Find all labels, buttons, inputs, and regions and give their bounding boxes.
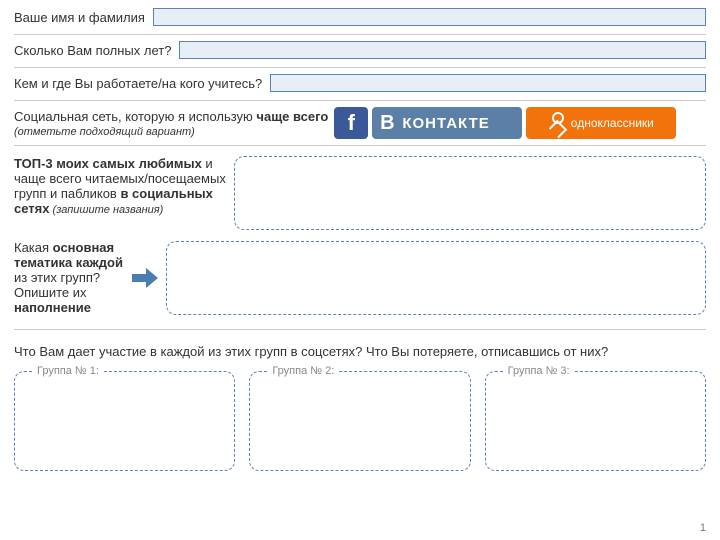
social-row: Социальная сеть, которую я использую чащ…: [14, 107, 706, 139]
work-row: Кем и где Вы работаете/на кого учитесь?: [14, 74, 706, 92]
group2-textarea[interactable]: Группа № 2:: [249, 371, 470, 471]
ok-icon: [549, 112, 565, 134]
social-badges: f В КОНТАКТЕ одноклассники: [334, 107, 676, 139]
theme-question: Какая основная тематика каждой из этих г…: [14, 240, 124, 315]
odnoklassniki-badge[interactable]: одноклассники: [526, 107, 676, 139]
theme-row: Какая основная тематика каждой из этих г…: [14, 240, 706, 315]
vkontakte-badge[interactable]: В КОНТАКТЕ: [372, 107, 522, 139]
divider: [14, 329, 706, 330]
social-hint: (отметьте подходящий вариант): [14, 126, 328, 138]
divider: [14, 67, 706, 68]
work-input[interactable]: [270, 74, 706, 92]
name-label: Ваше имя и фамилия: [14, 10, 153, 25]
age-label: Сколько Вам полных лет?: [14, 43, 179, 58]
top3-textarea[interactable]: [234, 156, 706, 230]
divider: [14, 145, 706, 146]
age-row: Сколько Вам полных лет?: [14, 41, 706, 59]
page-number: 1: [700, 522, 706, 534]
group1-label: Группа № 1:: [33, 365, 103, 377]
vk-label: КОНТАКТЕ: [402, 115, 522, 132]
group3-textarea[interactable]: Группа № 3:: [485, 371, 706, 471]
divider: [14, 34, 706, 35]
top3-question: ТОП-3 моих самых любимых и чаще всего чи…: [14, 156, 234, 216]
vk-icon: В: [372, 107, 402, 139]
groups-question: Что Вам дает участие в каждой из этих гр…: [14, 344, 706, 359]
top3-row: ТОП-3 моих самых любимых и чаще всего чи…: [14, 156, 706, 230]
group2-label: Группа № 2:: [268, 365, 338, 377]
social-question: Социальная сеть, которую я использую чащ…: [14, 109, 328, 138]
facebook-badge[interactable]: f: [334, 107, 368, 139]
name-row: Ваше имя и фамилия: [14, 8, 706, 26]
theme-textarea[interactable]: [166, 241, 706, 315]
group3-label: Группа № 3:: [504, 365, 574, 377]
age-input[interactable]: [179, 41, 706, 59]
group1-textarea[interactable]: Группа № 1:: [14, 371, 235, 471]
work-label: Кем и где Вы работаете/на кого учитесь?: [14, 76, 270, 91]
ok-label: одноклассники: [571, 116, 654, 130]
divider: [14, 100, 706, 101]
groups-row: Группа № 1: Группа № 2: Группа № 3:: [14, 371, 706, 471]
arrow-right-icon: [132, 268, 158, 288]
name-input[interactable]: [153, 8, 706, 26]
